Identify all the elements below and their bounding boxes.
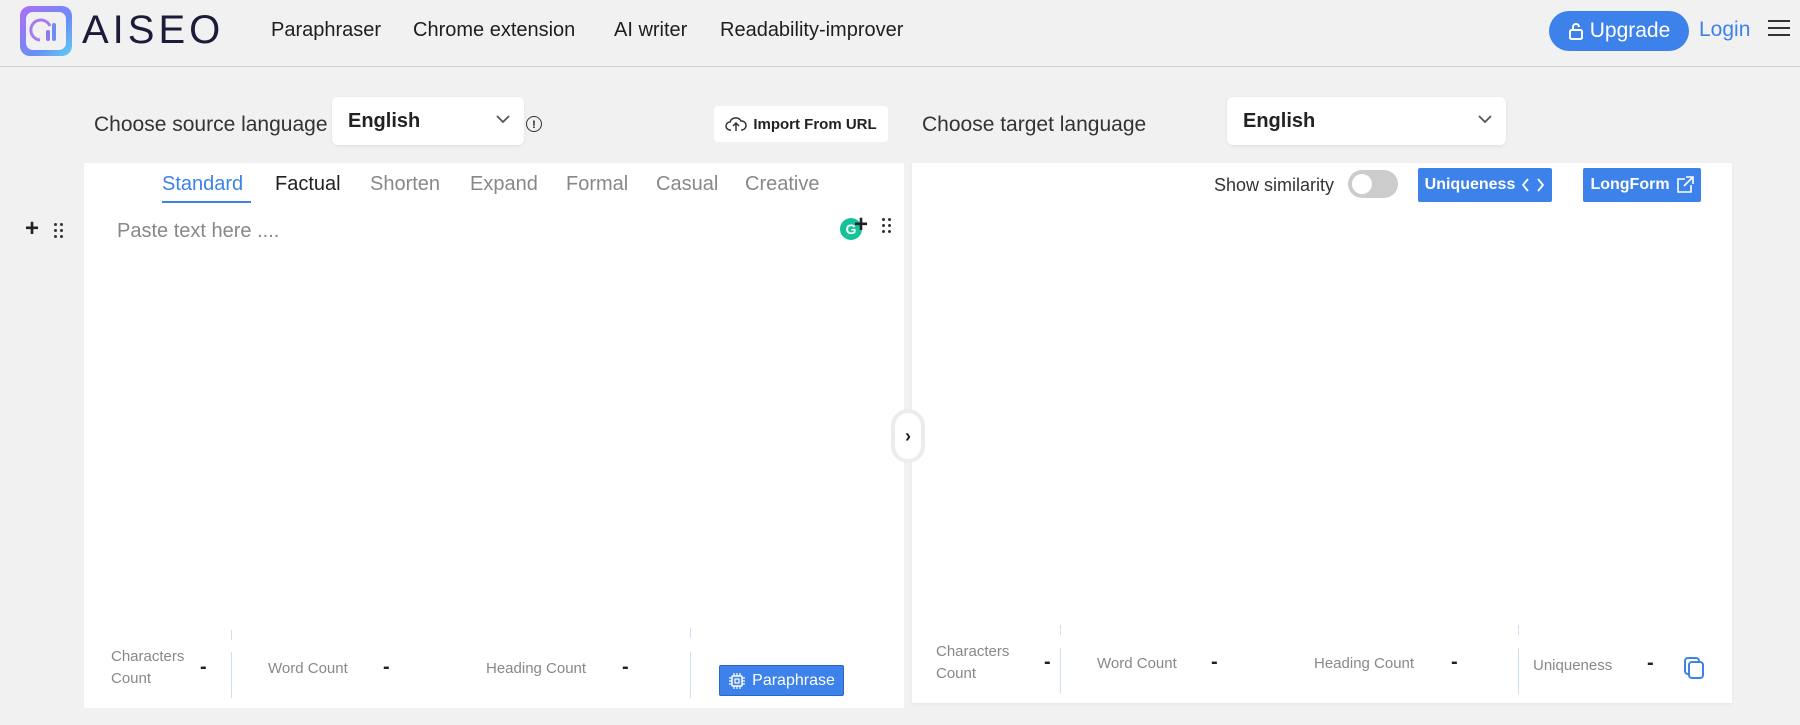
import-label: Import From URL [753, 115, 877, 133]
target-language-select[interactable]: English [1227, 97, 1506, 145]
output-panel [912, 163, 1732, 703]
characters-label-line1: Characters [111, 648, 185, 665]
paraphrase-button[interactable]: Paraphrase [719, 665, 844, 696]
heading-count-label: Heading Count [486, 660, 587, 677]
add-block-icon[interactable]: + [25, 215, 39, 243]
upgrade-button[interactable]: Upgrade [1549, 11, 1689, 51]
logo-text[interactable]: AISEO [82, 8, 224, 53]
drag-handle-icon[interactable] [54, 223, 64, 241]
source-language-value: English [348, 109, 421, 132]
chip-icon [729, 672, 746, 689]
target-language-value: English [1243, 109, 1316, 132]
characters-label-line2: Count [111, 670, 152, 687]
divider [1060, 625, 1061, 635]
longform-button-label: LongForm [1590, 176, 1670, 193]
target-language-label: Choose target language [922, 113, 1147, 136]
divider [1060, 648, 1061, 694]
chevron-right-icon[interactable]: › [891, 409, 925, 463]
cloud-upload-icon [725, 117, 748, 131]
external-link-icon [1676, 176, 1694, 193]
characters-label-line1: Characters [936, 643, 1010, 660]
divider [231, 630, 232, 640]
chevron-down-icon [496, 115, 510, 124]
word-count-label: Word Count [268, 660, 348, 677]
menu-icon[interactable] [1768, 20, 1790, 38]
lock-icon [1568, 23, 1583, 40]
heading-count-value: - [622, 656, 629, 678]
top-header: AISEO Paraphraser Chrome extension AI wr… [0, 0, 1800, 67]
tab-shorten[interactable]: Shorten [370, 173, 440, 196]
info-icon[interactable]: ! [526, 116, 542, 132]
login-link[interactable]: Login [1699, 18, 1750, 42]
nav-readability-improver[interactable]: Readability-improver [720, 19, 903, 42]
tab-creative[interactable]: Creative [745, 173, 819, 196]
upgrade-label: Upgrade [1589, 19, 1671, 42]
output-heading-count-value: - [1451, 651, 1458, 673]
source-language-label: Choose source language [94, 113, 328, 136]
show-similarity-label: Show similarity [1214, 175, 1335, 195]
text-input[interactable]: Paste text here .... [117, 220, 279, 243]
divider [690, 628, 691, 638]
tab-casual[interactable]: Casual [656, 173, 718, 196]
copy-icon[interactable] [1683, 656, 1705, 680]
active-tab-underline [162, 201, 251, 203]
code-icon [1522, 178, 1545, 192]
drag-handle-icon[interactable] [882, 218, 892, 236]
tab-factual[interactable]: Factual [275, 173, 341, 196]
longform-button[interactable]: LongForm [1583, 168, 1701, 202]
nav-ai-writer[interactable]: AI writer [614, 19, 687, 42]
characters-count-value: - [200, 656, 207, 678]
paraphrase-label: Paraphrase [752, 671, 835, 689]
input-panel [84, 163, 904, 708]
characters-label-line2: Count [936, 665, 977, 682]
divider [690, 652, 691, 698]
output-word-count-label: Word Count [1097, 655, 1177, 672]
tab-standard[interactable]: Standard [162, 173, 243, 196]
word-count-value: - [383, 656, 390, 678]
divider [1518, 648, 1519, 694]
output-heading-count-label: Heading Count [1314, 655, 1415, 672]
output-characters-count-value: - [1044, 651, 1051, 673]
output-characters-count-label: Characters Count [936, 641, 1009, 685]
similarity-toggle[interactable] [1348, 170, 1398, 198]
uniqueness-value: - [1647, 652, 1654, 674]
import-from-url-button[interactable]: Import From URL [714, 106, 888, 142]
characters-count-label: Characters Count [111, 646, 184, 690]
nav-paraphraser[interactable]: Paraphraser [271, 19, 381, 42]
output-word-count-value: - [1211, 651, 1218, 673]
add-block-icon[interactable]: + [854, 211, 868, 239]
chevron-down-icon [1478, 115, 1492, 124]
uniqueness-button[interactable]: Uniqueness [1418, 168, 1552, 202]
nav-chrome-extension[interactable]: Chrome extension [413, 19, 575, 42]
source-language-select[interactable]: English [332, 97, 524, 145]
uniqueness-button-label: Uniqueness [1424, 176, 1516, 193]
tab-expand[interactable]: Expand [470, 173, 538, 196]
logo-icon[interactable] [20, 6, 72, 56]
tab-formal[interactable]: Formal [566, 173, 628, 196]
divider [231, 652, 232, 698]
uniqueness-label: Uniqueness [1533, 657, 1613, 674]
divider [1518, 625, 1519, 635]
